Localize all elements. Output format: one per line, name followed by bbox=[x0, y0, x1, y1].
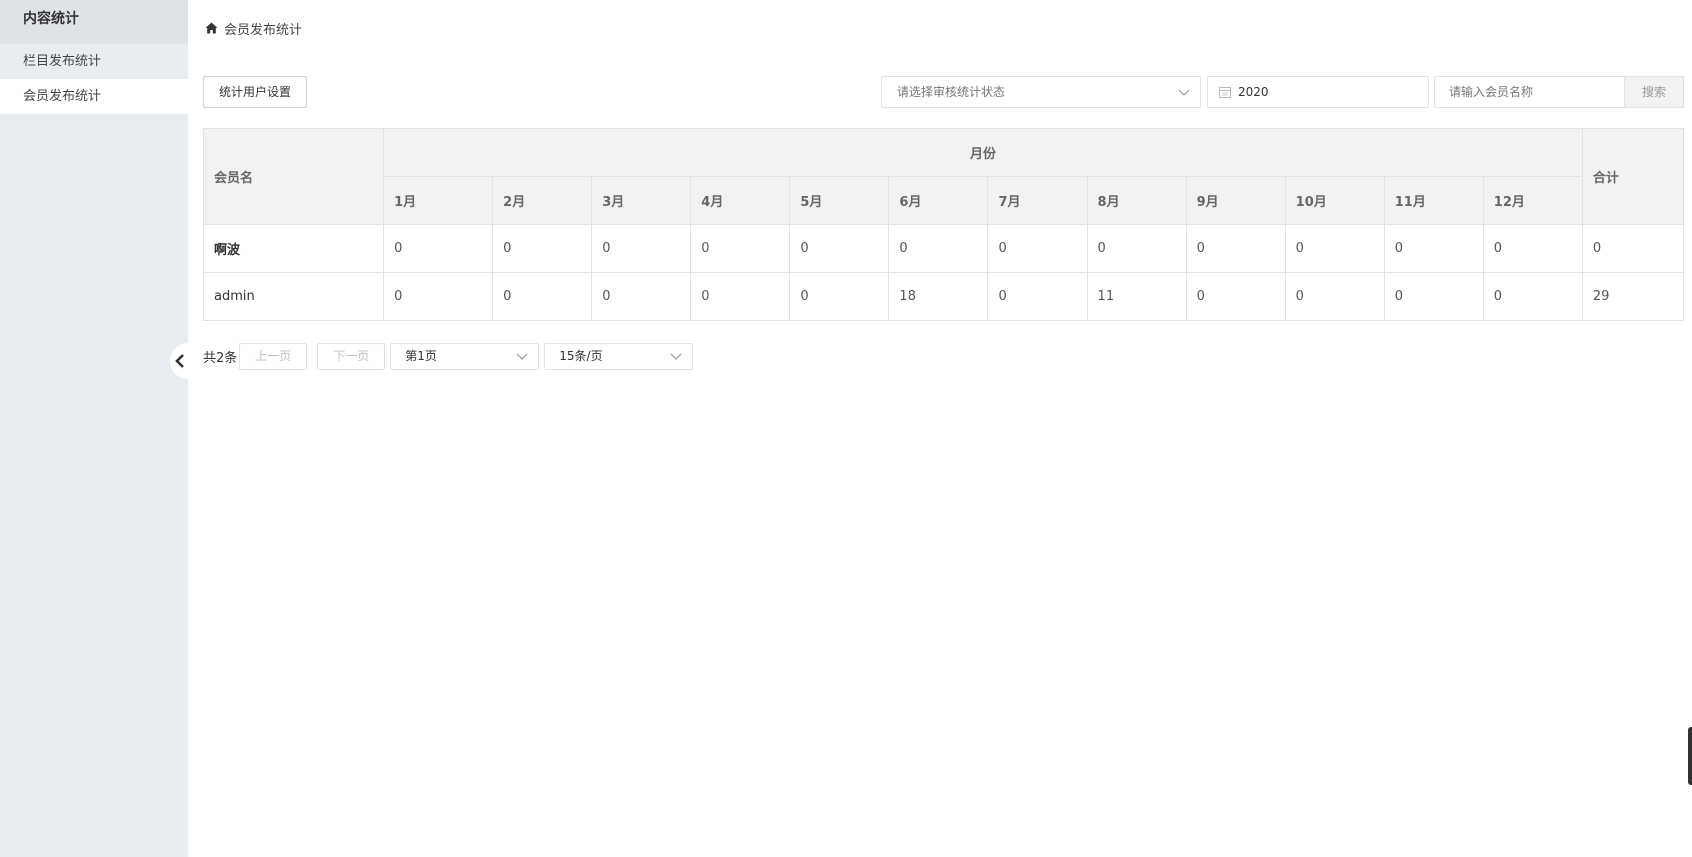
table-row: admin 0 0 0 0 0 18 0 11 0 0 0 0 29 bbox=[202, 272, 1685, 321]
month-value-cell: 0 bbox=[383, 272, 494, 321]
page-select-value: 第1页 bbox=[405, 349, 437, 363]
month-value-cell: 18 bbox=[888, 272, 989, 321]
year-value: 2020 bbox=[1238, 85, 1269, 99]
month-value-cell: 0 bbox=[591, 272, 692, 321]
month-value-cell: 0 bbox=[1383, 224, 1484, 273]
audit-status-select-placeholder: 请选择审核统计状态 bbox=[897, 85, 1006, 99]
month-value-cell: 0 bbox=[789, 272, 890, 321]
page-size-select[interactable]: 15条/页 bbox=[544, 343, 694, 370]
sidebar-item-member-stats[interactable]: 会员发布统计 bbox=[0, 79, 188, 114]
month-value-cell: 0 bbox=[888, 224, 989, 273]
search-button[interactable]: 搜索 bbox=[1624, 76, 1684, 108]
member-stats-table: 会员名 月份 合计 1月 2月 3月 4月 5月 6月 7月 8月 9月 10月… bbox=[202, 128, 1685, 321]
header-month: 6月 bbox=[888, 176, 989, 225]
month-value-cell: 0 bbox=[1383, 272, 1484, 321]
header-month-group: 月份 bbox=[383, 128, 1583, 177]
header-month: 10月 bbox=[1284, 176, 1385, 225]
month-value-cell: 0 bbox=[1185, 272, 1286, 321]
month-value-cell: 0 bbox=[1284, 272, 1385, 321]
month-value-cell: 0 bbox=[492, 224, 593, 273]
month-value-cell: 0 bbox=[987, 272, 1088, 321]
month-value-cell: 0 bbox=[690, 224, 791, 273]
header-month: 12月 bbox=[1482, 176, 1583, 225]
page-select[interactable]: 第1页 bbox=[390, 343, 540, 370]
chevron-down-icon bbox=[670, 353, 682, 360]
stats-user-settings-button[interactable]: 统计用户设置 bbox=[203, 76, 307, 108]
header-month: 9月 bbox=[1185, 176, 1286, 225]
month-value-cell: 0 bbox=[1482, 224, 1583, 273]
header-month: 5月 bbox=[789, 176, 890, 225]
chevron-down-icon bbox=[1178, 89, 1190, 96]
header-member-name: 会员名 bbox=[202, 128, 385, 225]
total-cell: 0 bbox=[1581, 224, 1685, 273]
table-row: 啊波 0 0 0 0 0 0 0 0 0 0 0 0 0 bbox=[202, 224, 1685, 273]
month-value-cell: 0 bbox=[1482, 272, 1583, 321]
home-icon[interactable] bbox=[205, 22, 218, 34]
header-month: 3月 bbox=[591, 176, 692, 225]
sidebar: 内容统计 栏目发布统计 会员发布统计 bbox=[0, 0, 188, 857]
member-name-input[interactable] bbox=[1434, 76, 1625, 108]
audit-status-select[interactable]: 请选择审核统计状态 bbox=[881, 76, 1201, 108]
month-value-cell: 0 bbox=[1086, 224, 1187, 273]
month-value-cell: 11 bbox=[1086, 272, 1187, 321]
total-count: 共2条 bbox=[203, 351, 238, 366]
header-month: 4月 bbox=[690, 176, 791, 225]
month-value-cell: 0 bbox=[987, 224, 1088, 273]
header-month: 1月 bbox=[383, 176, 494, 225]
scrollbar-handle[interactable] bbox=[1688, 727, 1692, 785]
month-value-cell: 0 bbox=[690, 272, 791, 321]
calendar-icon bbox=[1219, 87, 1231, 98]
month-value-cell: 0 bbox=[591, 224, 692, 273]
member-name-cell: admin bbox=[202, 272, 385, 321]
total-cell: 29 bbox=[1581, 272, 1685, 321]
main-content: 会员发布统计 统计用户设置 请选择审核统计状态 2020 搜索 会员名 bbox=[202, 0, 1692, 857]
chevron-left-icon bbox=[175, 354, 184, 368]
header-month: 11月 bbox=[1383, 176, 1484, 225]
sidebar-item-column-stats[interactable]: 栏目发布统计 bbox=[0, 44, 188, 79]
breadcrumb-current: 会员发布统计 bbox=[224, 22, 303, 38]
page-size-value: 15条/页 bbox=[559, 349, 603, 363]
month-value-cell: 0 bbox=[383, 224, 494, 273]
header-total: 合计 bbox=[1581, 128, 1685, 225]
chevron-down-icon bbox=[516, 353, 528, 360]
month-value-cell: 0 bbox=[1185, 224, 1286, 273]
member-name-cell: 啊波 bbox=[202, 224, 385, 273]
header-month: 7月 bbox=[987, 176, 1088, 225]
year-picker[interactable]: 2020 bbox=[1207, 76, 1429, 108]
pagination: 共2条 上一页 下一页 第1页 15条/页 bbox=[203, 343, 694, 370]
sidebar-title: 内容统计 bbox=[0, 0, 188, 44]
header-month: 8月 bbox=[1086, 176, 1187, 225]
header-month: 2月 bbox=[492, 176, 593, 225]
breadcrumb: 会员发布统计 bbox=[205, 18, 302, 38]
month-value-cell: 0 bbox=[789, 224, 890, 273]
month-value-cell: 0 bbox=[492, 272, 593, 321]
month-value-cell: 0 bbox=[1284, 224, 1385, 273]
prev-page-button[interactable]: 上一页 bbox=[239, 343, 308, 370]
next-page-button[interactable]: 下一页 bbox=[317, 343, 386, 370]
